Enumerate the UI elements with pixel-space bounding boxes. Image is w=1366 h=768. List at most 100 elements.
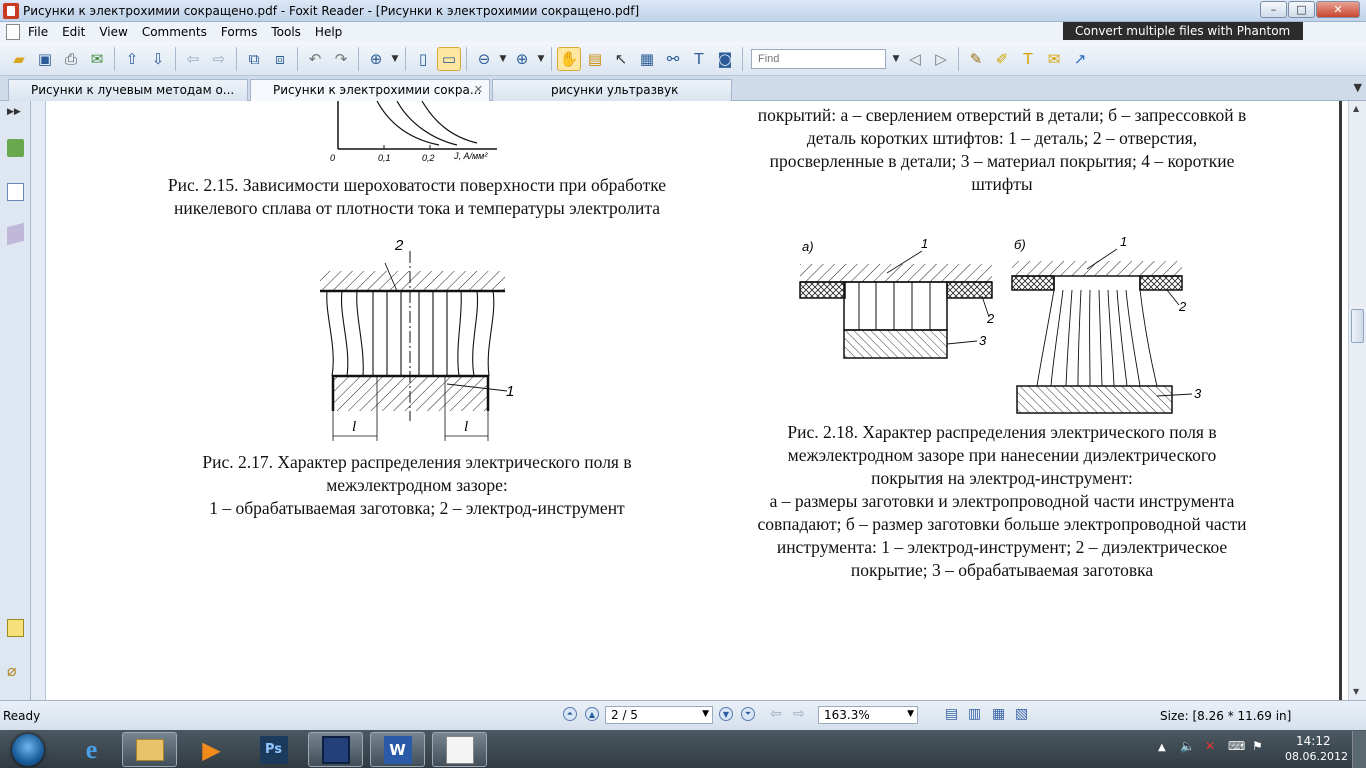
- fig-2-15-x1: 0,1: [378, 153, 391, 163]
- zoom-dropdown-icon[interactable]: ▼: [390, 47, 400, 71]
- zoom-in-dropdown-icon[interactable]: ▼: [536, 47, 546, 71]
- clock-date[interactable]: 08.06.2012: [1285, 750, 1348, 763]
- save-icon[interactable]: ▣: [33, 47, 57, 71]
- next-page-status-icon[interactable]: ▼: [719, 707, 733, 721]
- single-page-icon[interactable]: ▤: [945, 706, 958, 722]
- last-page-icon[interactable]: ⏷: [741, 707, 755, 721]
- camera-icon[interactable]: ◙: [713, 47, 737, 71]
- taskbar-explorer[interactable]: [122, 732, 177, 767]
- page-number-field[interactable]: 2 / 5 ▼: [605, 706, 713, 724]
- redo-icon[interactable]: ↷: [329, 47, 353, 71]
- history-back-icon[interactable]: ⇦: [770, 706, 782, 722]
- flag-icon[interactable]: ⚑: [1252, 739, 1263, 753]
- find-dropdown-icon[interactable]: ▼: [891, 47, 901, 71]
- tab-ultrasound[interactable]: рисунки ультразвук: [492, 79, 732, 101]
- zoom-out-icon[interactable]: ⊖: [472, 47, 496, 71]
- close-button[interactable]: ✕: [1316, 1, 1360, 18]
- caption-line: просверленные в детали; 3 – материал пок…: [769, 151, 1235, 171]
- comments-panel-icon[interactable]: [7, 619, 24, 637]
- insert-icon[interactable]: ⧈: [268, 47, 292, 71]
- fig-2-18b-diagram: [1011, 248, 1193, 414]
- volume-icon[interactable]: 🔈: [1180, 739, 1195, 753]
- document-menu-icon[interactable]: [6, 24, 20, 40]
- scroll-down-icon[interactable]: ▼: [1353, 687, 1359, 696]
- first-page-icon[interactable]: ⏶: [563, 707, 577, 721]
- expand-panel-icon[interactable]: ▶▶: [7, 107, 24, 125]
- layers-icon[interactable]: [7, 222, 24, 246]
- typewriter-icon[interactable]: T: [687, 47, 711, 71]
- open-icon[interactable]: ▰: [7, 47, 31, 71]
- menu-tools[interactable]: Tools: [264, 25, 308, 39]
- hand-tool-icon[interactable]: ✋: [557, 46, 581, 71]
- caption-line: межэлектродном зазоре:: [326, 475, 508, 495]
- select-arrow-icon[interactable]: ↖: [609, 47, 633, 71]
- document-tabs: Рисунки к лучевым методам о... Рисунки к…: [0, 76, 1366, 101]
- fit-page-icon[interactable]: ▯: [411, 47, 435, 71]
- zoom-field[interactable]: 163.3% ▼: [818, 706, 918, 724]
- scroll-up-icon[interactable]: ▲: [1353, 104, 1359, 113]
- clock-time[interactable]: 14:12: [1296, 734, 1331, 748]
- previous-page-icon[interactable]: ⇧: [120, 47, 144, 71]
- zoom-out-dropdown-icon[interactable]: ▼: [498, 47, 508, 71]
- continuous-facing-icon[interactable]: ▧: [1015, 706, 1028, 722]
- taskbar-media-player[interactable]: ▶: [184, 732, 239, 767]
- arrow-annotation-icon[interactable]: ↗: [1068, 47, 1092, 71]
- extract-icon[interactable]: ⧉: [242, 47, 266, 71]
- find-input[interactable]: [751, 48, 886, 69]
- continuous-icon[interactable]: ▥: [968, 706, 981, 722]
- history-forward-icon[interactable]: ⇨: [793, 706, 805, 722]
- show-desktop-button[interactable]: [1352, 731, 1366, 768]
- menu-forms[interactable]: Forms: [214, 25, 264, 39]
- print-icon[interactable]: ⎙: [59, 47, 83, 71]
- back-icon[interactable]: ⇦: [181, 47, 205, 71]
- language-icon[interactable]: ⌨: [1228, 739, 1245, 753]
- undo-icon[interactable]: ↶: [303, 47, 327, 71]
- email-icon[interactable]: ✉: [85, 47, 109, 71]
- photoshop-icon: Ps: [259, 735, 288, 764]
- tab-electrochemistry[interactable]: Рисунки к электрохимии сокра... ✕: [250, 79, 490, 101]
- taskbar-photoshop[interactable]: Ps: [246, 732, 301, 767]
- tabs-dropdown-icon[interactable]: ▼: [1354, 81, 1362, 94]
- text-box-icon[interactable]: T: [1016, 47, 1040, 71]
- menu-comments[interactable]: Comments: [135, 25, 214, 39]
- menu-help[interactable]: Help: [308, 25, 349, 39]
- find-previous-icon[interactable]: ◁: [903, 47, 927, 71]
- tab-lucheviye[interactable]: Рисунки к лучевым методам о...: [8, 79, 248, 101]
- tray-expand-icon[interactable]: ▲: [1158, 742, 1166, 753]
- fit-width-icon[interactable]: ▭: [437, 46, 461, 71]
- network-icon[interactable]: ✕: [1205, 739, 1215, 753]
- pages-icon[interactable]: [7, 183, 24, 201]
- note-icon[interactable]: ✉: [1042, 47, 1066, 71]
- phantom-banner[interactable]: Convert multiple files with Phantom: [1063, 22, 1303, 40]
- menu-edit[interactable]: Edit: [55, 25, 92, 39]
- zoom-in-icon[interactable]: ⊕: [510, 47, 534, 71]
- vertical-scrollbar[interactable]: ▲ ▼: [1348, 101, 1366, 700]
- forward-icon[interactable]: ⇨: [207, 47, 231, 71]
- maximize-button[interactable]: □: [1288, 1, 1315, 18]
- find-next-icon[interactable]: ▷: [929, 47, 953, 71]
- find-binoculars-icon[interactable]: ⚯: [661, 47, 685, 71]
- tab-close-icon[interactable]: ✕: [474, 83, 483, 96]
- menu-view[interactable]: View: [92, 25, 134, 39]
- fig-2-18b-label-2: 2: [1179, 299, 1187, 314]
- text-select-icon[interactable]: ▤: [583, 47, 607, 71]
- prev-page-status-icon[interactable]: ▲: [585, 707, 599, 721]
- highlight-icon[interactable]: ✐: [990, 47, 1014, 71]
- start-button[interactable]: [4, 732, 52, 768]
- taskbar-floppy[interactable]: [308, 732, 363, 767]
- zoom-in-tool-icon[interactable]: ⊕: [364, 47, 388, 71]
- comment-tool-icon[interactable]: ✎: [964, 47, 988, 71]
- taskbar-word[interactable]: W: [370, 732, 425, 767]
- minimize-button[interactable]: –: [1260, 1, 1287, 18]
- explorer-icon: [135, 738, 164, 761]
- taskbar-foxit[interactable]: [432, 732, 487, 767]
- bookmarks-icon[interactable]: [7, 139, 24, 157]
- page-dropdown-icon[interactable]: ▼: [702, 709, 709, 719]
- taskbar-ie[interactable]: e: [64, 732, 119, 767]
- snapshot-icon[interactable]: ▦: [635, 47, 659, 71]
- next-page-icon[interactable]: ⇩: [146, 47, 170, 71]
- facing-icon[interactable]: ▦: [992, 706, 1005, 722]
- attachments-icon[interactable]: ⌀: [7, 661, 24, 680]
- zoom-dropdown-status-icon[interactable]: ▼: [907, 709, 914, 719]
- scroll-thumb[interactable]: [1351, 309, 1364, 343]
